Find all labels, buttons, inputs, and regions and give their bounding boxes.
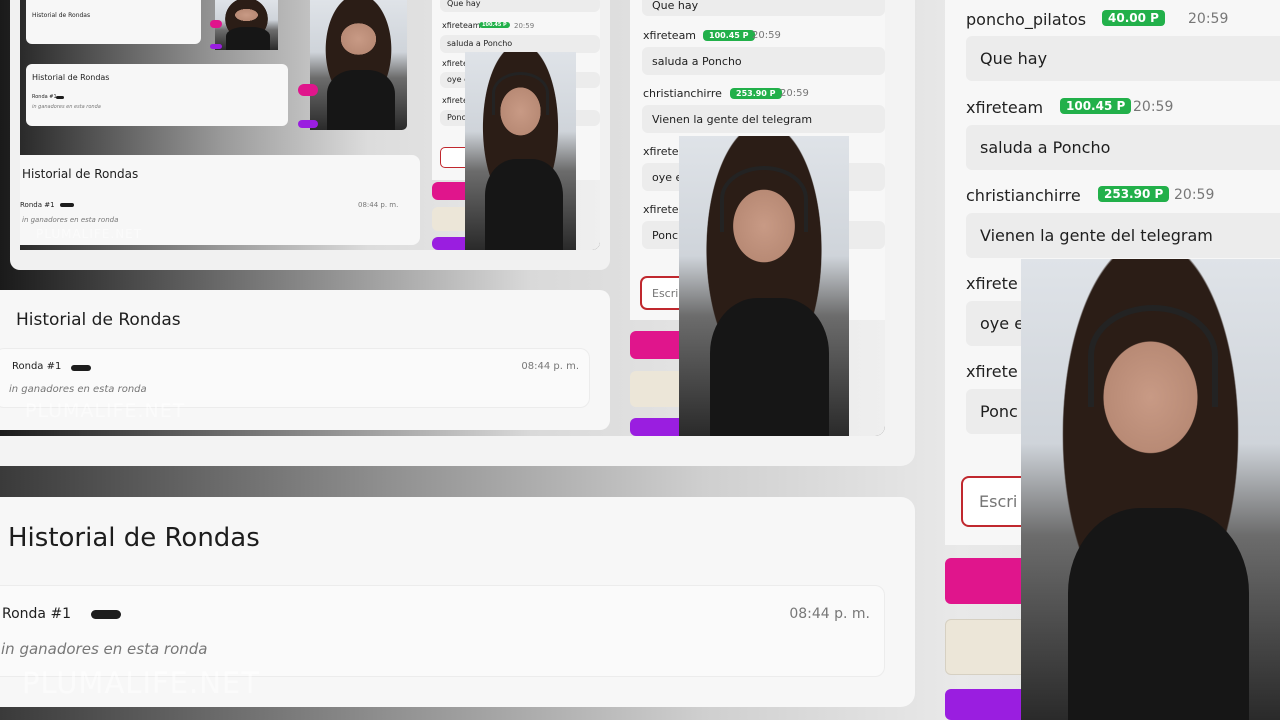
chat-time: 20:59 [780, 88, 809, 99]
chat-message: Que hay [966, 36, 1280, 81]
round-status-pill [60, 203, 74, 207]
round-empty-text: in ganadores en esta ronda [32, 104, 101, 110]
person-body [226, 27, 271, 50]
page-title: Historial de Rondas [22, 167, 139, 181]
chat-message-text: Vienen la gente del telegram [980, 226, 1213, 245]
chat-user: christianchirre [966, 186, 1081, 205]
chat-message-text: Que hay [980, 49, 1048, 68]
watermark: PLUMALIFE.NET [22, 666, 260, 700]
points-badge: 100.45 P [703, 30, 755, 41]
round-time: 08:44 p. m. [521, 361, 579, 372]
points-badge: 253.90 P [730, 88, 782, 99]
magenta-button[interactable] [298, 84, 318, 96]
page-title: Historial de Rondas [8, 523, 260, 553]
page-title: Historial de Rondas [32, 73, 110, 82]
webcam-video [310, 0, 407, 130]
chat-message: Vienen la gente del telegram [966, 213, 1280, 258]
chat-user: poncho_pilatos [966, 10, 1087, 29]
chat-message-text: saluda a Poncho [980, 138, 1111, 157]
history-panel: Historial de Rondas Ronda #1 in ganadore… [26, 64, 288, 126]
watermark: PLUMALIFE.NET [25, 400, 186, 422]
round-status-pill [91, 610, 121, 619]
chat-message: saluda a Poncho [440, 35, 600, 53]
magenta-button[interactable] [210, 20, 222, 28]
points-badge: 100.45 P [479, 22, 510, 28]
chat-message: Vienen la gente del telegram [642, 105, 885, 133]
points-badge: 253.90 P [1098, 186, 1170, 202]
round-status-pill [71, 365, 91, 371]
chat-message: Que hay [440, 0, 600, 12]
round-card: Ronda #1 08:44 p. m. in ganadores en est… [0, 348, 590, 408]
chat-time: 20:59 [752, 30, 781, 41]
round-time: 08:44 p. m. [789, 606, 870, 622]
chat-message-text: Ponc [652, 229, 678, 242]
chat-message-text: oye e [652, 171, 683, 184]
chat-time: 20:59 [514, 22, 535, 30]
chat-message-text: Que hay [447, 0, 481, 8]
round-label: Ronda #1 [32, 94, 57, 100]
chat-message-text: oye e [980, 314, 1025, 333]
webcam-video [465, 52, 576, 250]
purple-button[interactable] [298, 120, 318, 128]
chat-message-text: saluda a Poncho [447, 39, 513, 48]
chat-message: saluda a Poncho [966, 125, 1280, 170]
chat-message: saluda a Poncho [642, 47, 885, 75]
chat-user: xfirete [442, 96, 468, 105]
nested-screen-frame: Historial de Rondas Ronda #1 08:44 p. m.… [10, 0, 610, 270]
chat-user: xfireteam [643, 29, 697, 42]
page-title: Historial de Rondas [32, 12, 91, 19]
round-label: Ronda #1 [20, 201, 55, 209]
nested-screen: Historial de Rondas Ronda #1 08:44 p. m.… [20, 0, 600, 250]
chat-user: xfirete [442, 59, 468, 68]
nested-screen-frame: Historial de Rondas Ronda #1 08:44 p. m.… [0, 0, 915, 466]
round-label: Ronda #1 [2, 606, 72, 622]
headset-icon [1088, 305, 1218, 407]
round-card: Ronda #1 08:44 p. m. in ganadores en est… [0, 585, 885, 677]
nested-screen: Historial de Rondas Ronda #1 08:44 p. m.… [0, 0, 885, 436]
round-label: Ronda #1 [12, 361, 62, 372]
webcam-video [679, 136, 849, 436]
headset-icon [491, 71, 550, 116]
chat-time: 20:59 [1188, 11, 1229, 27]
chat-time: 20:59 [1174, 187, 1215, 203]
chat-message-text: Ponc [980, 402, 1018, 421]
chat-message-text: Ponc [447, 113, 466, 122]
round-status-pill [56, 96, 64, 99]
points-badge: 100.45 P [1060, 98, 1132, 114]
webcam-video [1021, 259, 1280, 720]
chat-message-text: Vienen la gente del telegram [652, 113, 813, 126]
chat-user: xfireteam [442, 21, 481, 30]
round-empty-text: in ganadores en esta ronda [22, 216, 119, 224]
chat-message-text: Que hay [652, 0, 699, 12]
page-title: Historial de Rondas [16, 310, 181, 330]
person-body [1067, 507, 1249, 720]
round-empty-text: in ganadores en esta ronda [1, 640, 208, 658]
chat-user: xfirete [966, 362, 1018, 381]
headset-icon [719, 166, 809, 232]
history-panel: Historial de Rondas [26, 0, 201, 44]
chat-user: xfirete [643, 203, 679, 216]
webcam-video [215, 0, 278, 50]
person-body [709, 298, 829, 436]
chat-user: xfireteam [966, 98, 1044, 117]
round-time: 08:44 p. m. [358, 201, 399, 209]
chat-user: christianchirre [643, 87, 722, 100]
chat-user: xfirete [643, 145, 679, 158]
chat-time: 20:59 [1133, 99, 1174, 115]
chat-user: xfirete [966, 274, 1018, 293]
round-empty-text: in ganadores en esta ronda [9, 384, 147, 395]
purple-button[interactable] [210, 44, 222, 49]
chat-message: Que hay [642, 0, 885, 16]
watermark: PLUMALIFE.NET [36, 227, 143, 241]
person-body [484, 158, 563, 250]
points-badge: 40.00 P [1102, 10, 1165, 26]
person-body [327, 70, 396, 130]
chat-message-text: saluda a Poncho [652, 55, 742, 68]
